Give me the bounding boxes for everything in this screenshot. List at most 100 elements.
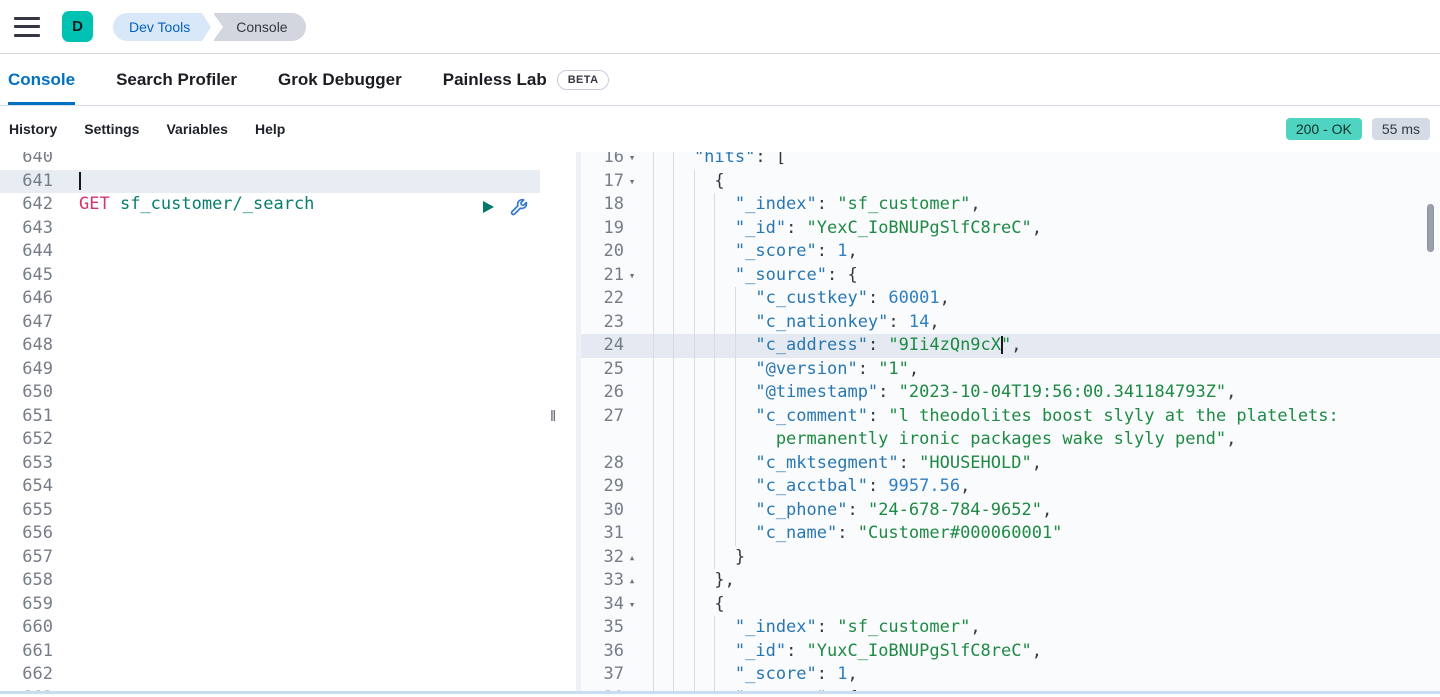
request-line[interactable]: 647: [0, 311, 540, 335]
request-line[interactable]: 646: [0, 287, 540, 311]
response-code[interactable]: "_score": 1,: [640, 663, 1440, 687]
response-code[interactable]: "_source": {: [640, 264, 1440, 288]
response-line[interactable]: permanently ironic packages wake slyly p…: [576, 428, 1440, 452]
fold-toggle-icon[interactable]: ▴: [624, 569, 640, 593]
request-line[interactable]: 660: [0, 616, 540, 640]
response-line[interactable]: 31"c_name": "Customer#000060001": [576, 522, 1440, 546]
request-code[interactable]: [66, 170, 540, 194]
send-request-button[interactable]: [479, 198, 497, 216]
request-line[interactable]: 657: [0, 546, 540, 570]
request-line[interactable]: 640: [0, 152, 540, 170]
response-viewer[interactable]: 16▾"hits": [17▾{18"_index": "sf_customer…: [576, 152, 1440, 691]
response-code[interactable]: },: [640, 569, 1440, 593]
response-line[interactable]: 34▾{: [576, 593, 1440, 617]
response-code[interactable]: "hits": [: [640, 152, 1440, 170]
request-line[interactable]: 656: [0, 522, 540, 546]
request-line[interactable]: 661: [0, 640, 540, 664]
request-code[interactable]: [66, 546, 540, 570]
fold-toggle-icon[interactable]: ▾: [624, 593, 640, 617]
request-line[interactable]: 643: [0, 217, 540, 241]
request-code[interactable]: [66, 593, 540, 617]
response-line[interactable]: 25"@version": "1",: [576, 358, 1440, 382]
request-code[interactable]: [66, 452, 540, 476]
request-code[interactable]: [66, 405, 540, 429]
response-code[interactable]: "@version": "1",: [640, 358, 1440, 382]
response-line[interactable]: 27"c_comment": "l theodolites boost slyl…: [576, 405, 1440, 429]
response-line[interactable]: 37"_score": 1,: [576, 663, 1440, 687]
request-line[interactable]: 658: [0, 569, 540, 593]
response-code[interactable]: "c_comment": "l theodolites boost slyly …: [640, 405, 1440, 429]
response-code[interactable]: "@timestamp": "2023-10-04T19:56:00.34118…: [640, 381, 1440, 405]
response-code[interactable]: "c_address": "9Ii4zQn9cX",: [640, 334, 1440, 358]
response-code[interactable]: "_id": "YuxC_IoBNUPgSlfC8reC",: [640, 640, 1440, 664]
breadcrumb-console[interactable]: Console: [214, 13, 305, 41]
response-line[interactable]: 36"_id": "YuxC_IoBNUPgSlfC8reC",: [576, 640, 1440, 664]
fold-toggle-icon[interactable]: ▾: [624, 264, 640, 288]
response-line[interactable]: 26"@timestamp": "2023-10-04T19:56:00.341…: [576, 381, 1440, 405]
response-line[interactable]: 22"c_custkey": 60001,: [576, 287, 1440, 311]
request-code[interactable]: [66, 381, 540, 405]
response-code[interactable]: "c_acctbal": 9957.56,: [640, 475, 1440, 499]
request-line[interactable]: 644: [0, 240, 540, 264]
request-options-button[interactable]: [510, 198, 528, 216]
settings-menu-item[interactable]: Settings: [84, 121, 139, 137]
response-line[interactable]: 38▾"_source": {: [576, 687, 1440, 692]
fold-toggle-icon[interactable]: ▾: [624, 170, 640, 194]
response-code[interactable]: "c_mktsegment": "HOUSEHOLD",: [640, 452, 1440, 476]
request-code[interactable]: [66, 499, 540, 523]
response-code[interactable]: "_index": "sf_customer",: [640, 616, 1440, 640]
app-logo[interactable]: D: [62, 11, 93, 42]
request-line[interactable]: 649: [0, 358, 540, 382]
response-code[interactable]: permanently ironic packages wake slyly p…: [640, 428, 1440, 452]
request-line[interactable]: 662: [0, 663, 540, 687]
request-code[interactable]: [66, 687, 540, 692]
response-line[interactable]: 21▾"_source": {: [576, 264, 1440, 288]
request-line[interactable]: 654: [0, 475, 540, 499]
response-line[interactable]: 16▾"hits": [: [576, 152, 1440, 170]
response-code[interactable]: "_id": "YexC_IoBNUPgSlfC8reC",: [640, 217, 1440, 241]
request-code[interactable]: [66, 616, 540, 640]
tab-grok-debugger[interactable]: Grok Debugger: [278, 54, 402, 105]
request-line[interactable]: 641: [0, 170, 540, 194]
request-code[interactable]: [66, 358, 540, 382]
response-line[interactable]: 33▴},: [576, 569, 1440, 593]
response-code[interactable]: "_score": 1,: [640, 240, 1440, 264]
response-line[interactable]: 19"_id": "YexC_IoBNUPgSlfC8reC",: [576, 217, 1440, 241]
request-line[interactable]: 642GET sf_customer/_search: [0, 193, 540, 217]
response-code[interactable]: "_index": "sf_customer",: [640, 193, 1440, 217]
request-line[interactable]: 645: [0, 264, 540, 288]
response-line[interactable]: 18"_index": "sf_customer",: [576, 193, 1440, 217]
request-code[interactable]: [66, 311, 540, 335]
menu-icon[interactable]: [14, 17, 40, 37]
request-code[interactable]: [66, 569, 540, 593]
request-line[interactable]: 655: [0, 499, 540, 523]
request-code[interactable]: [66, 240, 540, 264]
help-menu-item[interactable]: Help: [255, 121, 285, 137]
response-code[interactable]: "c_custkey": 60001,: [640, 287, 1440, 311]
request-editor[interactable]: 640641642GET sf_customer/_search64364464…: [0, 152, 540, 691]
request-code[interactable]: GET sf_customer/_search: [66, 193, 540, 217]
tab-console[interactable]: Console: [8, 54, 75, 105]
fold-toggle-icon[interactable]: ▾: [624, 152, 640, 170]
request-code[interactable]: [66, 152, 540, 170]
request-line[interactable]: 651: [0, 405, 540, 429]
request-line[interactable]: 659: [0, 593, 540, 617]
fold-toggle-icon[interactable]: ▴: [624, 546, 640, 570]
response-line[interactable]: 20"_score": 1,: [576, 240, 1440, 264]
request-code[interactable]: [66, 334, 540, 358]
response-code[interactable]: {: [640, 170, 1440, 194]
response-line[interactable]: 24"c_address": "9Ii4zQn9cX",: [576, 334, 1440, 358]
request-line[interactable]: 653: [0, 452, 540, 476]
response-code[interactable]: "c_nationkey": 14,: [640, 311, 1440, 335]
response-code[interactable]: }: [640, 546, 1440, 570]
breadcrumb-dev-tools[interactable]: Dev Tools: [113, 13, 202, 41]
request-code[interactable]: [66, 264, 540, 288]
request-code[interactable]: [66, 287, 540, 311]
request-code[interactable]: [66, 217, 540, 241]
response-code[interactable]: "_source": {: [640, 687, 1440, 692]
request-line[interactable]: 650: [0, 381, 540, 405]
response-line[interactable]: 32▴}: [576, 546, 1440, 570]
fold-toggle-icon[interactable]: ▾: [624, 687, 640, 692]
request-code[interactable]: [66, 475, 540, 499]
resize-handle-icon[interactable]: ‖: [550, 408, 556, 425]
